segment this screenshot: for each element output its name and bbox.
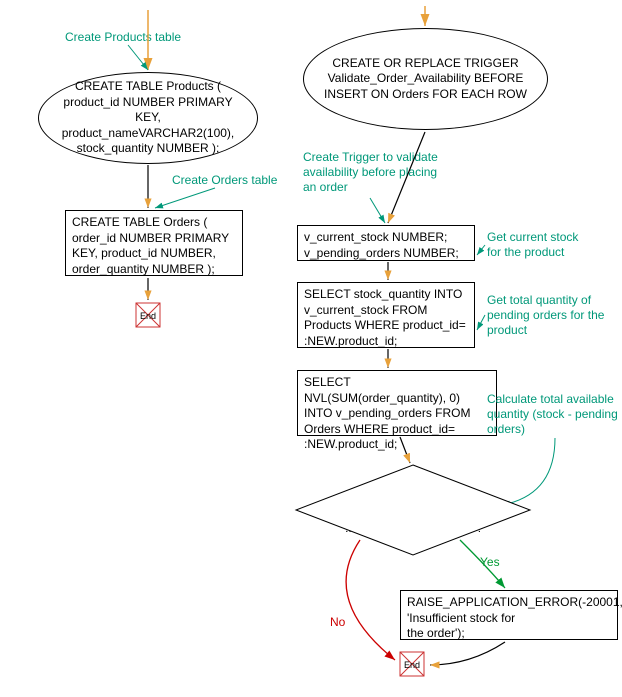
svg-text:End: End bbox=[140, 311, 156, 321]
flow-svg: End End bbox=[0, 0, 622, 697]
svg-text:End: End bbox=[404, 660, 420, 670]
